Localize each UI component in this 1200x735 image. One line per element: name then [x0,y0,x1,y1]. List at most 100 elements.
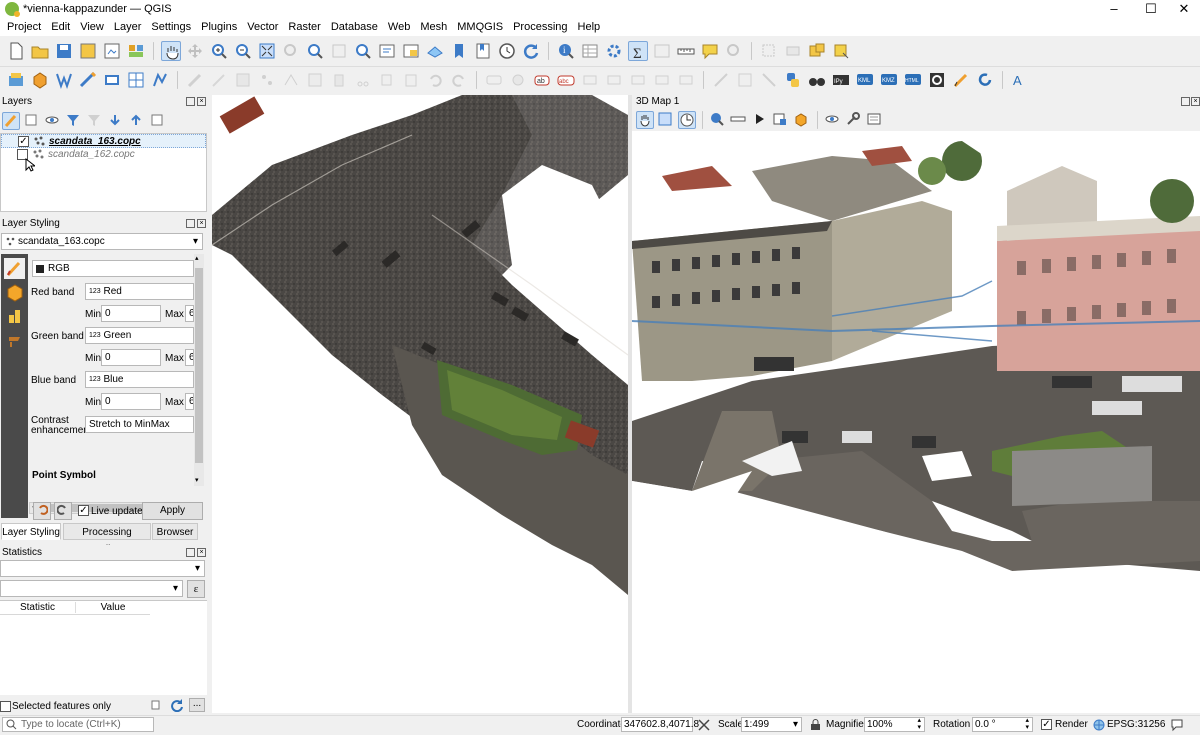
add-group-icon[interactable] [23,112,41,130]
layer-visibility-checkbox[interactable]: ✓ [18,136,29,147]
zoom-native-icon[interactable] [329,41,349,61]
zoom-full-icon[interactable] [257,41,277,61]
redo-icon[interactable] [54,502,72,520]
add-vector-icon[interactable] [150,70,170,90]
toggle-navigation-widget-icon[interactable] [678,111,696,129]
manage-visibility-icon[interactable] [44,112,62,130]
blue-min-input[interactable]: 0 [101,393,161,410]
vertical-scrollbar[interactable]: ▴ ▾ [194,254,204,486]
add-raster-icon[interactable] [126,70,146,90]
col-statistic[interactable]: Statistic [0,602,75,613]
add-feature-icon[interactable] [257,70,277,90]
change-label-icon[interactable] [628,70,648,90]
save-image-icon[interactable] [772,111,790,129]
filter-legend-icon[interactable] [65,112,83,130]
cut-features-icon[interactable] [353,70,373,90]
qfield-sync-icon[interactable] [927,70,947,90]
new-3d-map-icon[interactable] [425,41,445,61]
col-value[interactable]: Value [75,602,150,613]
redo-history-icon[interactable] [975,70,995,90]
tab-browser[interactable]: Browser [152,523,198,540]
zoom-to-selection-icon[interactable] [281,41,301,61]
refresh-icon[interactable] [521,41,541,61]
configure-icon[interactable] [866,111,884,129]
processing-toolbox-icon[interactable] [604,41,624,61]
field-combo[interactable]: ▾ [0,580,183,597]
rotation-spinbox[interactable]: 0.0 ° ▴ ▾ [972,717,1033,732]
close-button[interactable]: ✕ [1166,0,1200,18]
text-annotation-icon[interactable] [724,41,744,61]
zoom-full-3d-icon[interactable] [657,111,675,129]
label-text-icon[interactable]: abc [556,70,576,90]
float-panel-icon[interactable] [186,548,195,557]
crs-globe-icon[interactable] [1093,719,1105,734]
deselect-all-icon[interactable] [831,41,851,61]
green-band-select[interactable]: 123 Green [85,327,194,344]
save-as-icon[interactable] [78,41,98,61]
undo-icon[interactable] [425,70,445,90]
pencil-icon[interactable] [951,70,971,90]
current-edits-icon[interactable] [185,70,205,90]
red-max-input[interactable]: 65 [185,305,194,322]
crs-value[interactable]: EPSG:31256 [1107,719,1165,730]
attribute-table-icon[interactable] [652,41,672,61]
deselect-features-icon[interactable] [807,41,827,61]
toggle-extent-icon[interactable] [697,718,711,735]
layer-combo[interactable]: ▾ [0,560,205,577]
layer-row-selected[interactable]: ✓ scandata_163.copc [1,134,206,148]
selected-only-checkbox[interactable] [0,701,11,712]
identify-features-icon[interactable]: i [556,41,576,61]
scroll-down-icon[interactable]: ▾ [195,476,199,484]
minimize-button[interactable]: – [1096,0,1132,18]
coordinate-field[interactable]: 347602.8,4071.8 [621,717,699,732]
measure-line-icon[interactable] [676,41,696,61]
menu-database[interactable]: Database [326,21,383,33]
menu-project[interactable]: Project [2,21,46,33]
camera-control-icon[interactable] [636,111,654,129]
menu-edit[interactable]: Edit [46,21,75,33]
digitize-icon[interactable] [711,70,731,90]
menu-settings[interactable]: Settings [146,21,196,33]
expand-all-icon[interactable] [107,112,125,130]
data-source-manager-icon[interactable] [6,70,26,90]
contrast-select[interactable]: Stretch to MinMax [85,416,194,433]
close-panel-icon[interactable]: × [197,219,206,228]
rotate-label-icon[interactable] [604,70,624,90]
float-panel-icon[interactable] [186,97,195,106]
label-tool-icon[interactable] [484,70,504,90]
scroll-thumb[interactable] [195,268,203,463]
reshape-icon[interactable] [759,70,779,90]
statistical-summary-icon[interactable]: Σ [628,40,648,62]
open-attribute-table-icon[interactable] [580,41,600,61]
new-project-icon[interactable] [6,41,26,61]
menu-web[interactable]: Web [383,21,415,33]
move-label-icon[interactable] [580,70,600,90]
filter-by-expression-icon[interactable] [86,112,104,130]
menu-processing[interactable]: Processing [508,21,572,33]
text-format-icon[interactable]: A [1010,70,1030,90]
lock-scale-icon[interactable] [810,718,821,734]
redo-icon[interactable] [449,70,469,90]
tab-processing-toolbox[interactable]: Processing Toolbox [63,523,151,555]
pin-labels-icon[interactable] [508,70,528,90]
close-panel-icon[interactable]: × [197,548,206,557]
diagram-tool-icon[interactable] [676,70,696,90]
copy-features-icon[interactable] [377,70,397,90]
menu-view[interactable]: View [75,21,109,33]
add-layer-icon[interactable] [102,70,122,90]
menu-vector[interactable]: Vector [242,21,283,33]
save-project-icon[interactable] [54,41,74,61]
map-canvas-3d[interactable] [632,131,1200,713]
open-project-icon[interactable] [30,41,50,61]
layer-labeling-icon[interactable]: ab [532,70,552,90]
live-update-checkbox[interactable]: ✓ [78,505,89,516]
style-manager-icon[interactable] [126,41,146,61]
messages-icon[interactable] [1170,718,1184,735]
menu-mesh[interactable]: Mesh [415,21,452,33]
zoom-in-icon[interactable] [209,41,229,61]
open-styling-icon[interactable] [2,112,20,130]
refresh-icon[interactable] [170,698,184,715]
delete-selected-icon[interactable] [329,70,349,90]
blue-band-select[interactable]: 123 Blue [85,371,194,388]
select-features-icon[interactable] [759,41,779,61]
